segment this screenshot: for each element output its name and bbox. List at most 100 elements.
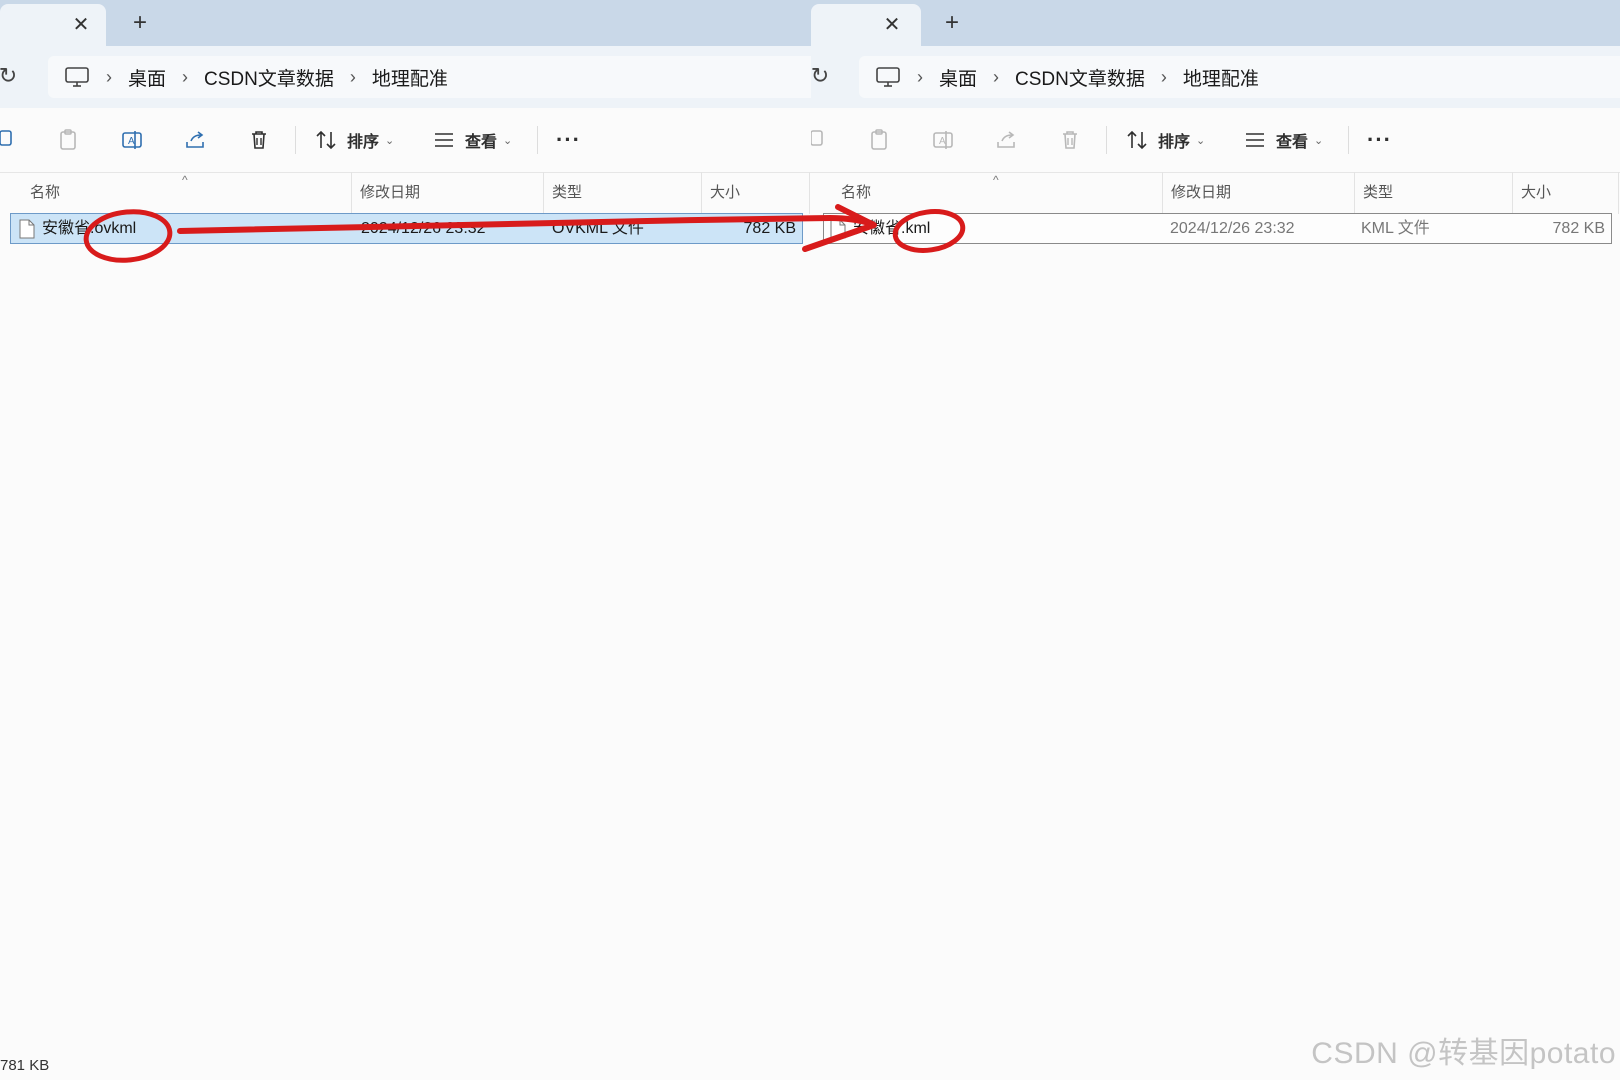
rename-icon: A bbox=[122, 131, 142, 149]
toolbar-divider bbox=[295, 126, 296, 154]
breadcrumb-item[interactable]: 桌面 bbox=[939, 64, 977, 91]
file-size: 782 KB bbox=[743, 220, 796, 237]
toolbar-divider bbox=[1106, 126, 1107, 154]
refresh-icon[interactable]: ↻ bbox=[811, 60, 836, 92]
computer-icon[interactable] bbox=[875, 67, 901, 87]
svg-text:A: A bbox=[939, 136, 946, 147]
chevron-right-icon: › bbox=[349, 66, 356, 87]
sort-button[interactable]: 排序 ⌄ bbox=[314, 124, 394, 156]
chevron-down-icon: ⌄ bbox=[1196, 134, 1206, 147]
sort-button[interactable]: 排序 ⌄ bbox=[1125, 124, 1205, 156]
sort-icon bbox=[1127, 130, 1147, 150]
share-icon bbox=[186, 131, 204, 148]
chevron-down-icon: ⌄ bbox=[1314, 134, 1324, 147]
plus-icon[interactable]: + bbox=[937, 8, 967, 38]
file-name[interactable]: 安徽省.ovkml bbox=[42, 214, 136, 243]
copy-button[interactable] bbox=[0, 124, 18, 156]
watermark: CSDN @转基因potato bbox=[1311, 1037, 1616, 1070]
breadcrumb-item[interactable]: CSDN文章数据 bbox=[204, 64, 334, 91]
computer-icon[interactable] bbox=[64, 67, 90, 87]
column-header: 名称 ^ 修改日期 类型 大小 bbox=[0, 172, 811, 214]
copy-button[interactable] bbox=[811, 124, 829, 156]
chevron-right-icon: › bbox=[106, 66, 112, 87]
chevron-right-icon: › bbox=[182, 66, 189, 87]
view-icon bbox=[435, 133, 453, 147]
share-icon bbox=[997, 131, 1015, 148]
sort-label: 排序 bbox=[1158, 134, 1191, 151]
close-icon[interactable]: ✕ bbox=[877, 10, 907, 40]
explorer-pane-right: ✕ + ↻ › 桌面 › CSDN文章数据 › 地理配准 A 排序 ⌄ 查看 ⌄… bbox=[811, 0, 1620, 1080]
paste-icon bbox=[60, 129, 76, 150]
column-size[interactable]: 大小 bbox=[1513, 172, 1619, 214]
share-button[interactable] bbox=[183, 124, 207, 156]
plus-icon[interactable]: + bbox=[125, 8, 155, 38]
view-icon bbox=[1246, 133, 1264, 147]
chevron-right-icon: › bbox=[1160, 66, 1167, 87]
paste-icon bbox=[871, 129, 887, 150]
more-icon[interactable]: ··· bbox=[556, 124, 581, 156]
rename-button[interactable]: A bbox=[931, 124, 955, 156]
refresh-icon[interactable]: ↻ bbox=[0, 60, 24, 92]
breadcrumb-item[interactable]: 地理配准 bbox=[372, 64, 448, 91]
file-row[interactable]: 安徽省.kml 2024/12/26 23:32 KML 文件 782 KB bbox=[823, 213, 1612, 244]
explorer-pane-left: ✕ + ↻ › 桌面 › CSDN文章数据 › 地理配准 A 排序 ⌄ 查看 ⌄… bbox=[0, 0, 811, 1080]
copy-icon bbox=[0, 130, 12, 146]
svg-text:A: A bbox=[128, 136, 135, 147]
paste-button[interactable] bbox=[867, 124, 891, 156]
tab-bar: ✕ + bbox=[811, 0, 1620, 46]
file-name[interactable]: 安徽省.kml bbox=[853, 214, 930, 243]
address-bar: ↻ › 桌面 › CSDN文章数据 › 地理配准 bbox=[811, 46, 1620, 109]
delete-button[interactable] bbox=[1058, 124, 1082, 156]
view-button[interactable]: 查看 ⌄ bbox=[432, 124, 512, 156]
breadcrumb[interactable]: › 桌面 › CSDN文章数据 › 地理配准 bbox=[859, 56, 1620, 98]
rename-button[interactable]: A bbox=[120, 124, 144, 156]
column-header: 名称 ^ 修改日期 类型 大小 bbox=[811, 172, 1620, 214]
view-label: 查看 bbox=[465, 134, 498, 151]
share-button[interactable] bbox=[994, 124, 1018, 156]
column-modified[interactable]: 修改日期 bbox=[352, 172, 544, 214]
delete-icon bbox=[1063, 131, 1077, 149]
toolbar-divider bbox=[537, 126, 538, 154]
file-icon bbox=[19, 219, 35, 239]
command-bar: A 排序 ⌄ 查看 ⌄ ··· bbox=[0, 108, 811, 173]
file-type: OVKML 文件 bbox=[552, 220, 644, 237]
column-modified[interactable]: 修改日期 bbox=[1163, 172, 1355, 214]
column-type[interactable]: 类型 bbox=[544, 172, 702, 214]
breadcrumb-item[interactable]: 桌面 bbox=[128, 64, 166, 91]
file-row[interactable]: 安徽省.ovkml 2024/12/26 23:32 OVKML 文件 782 … bbox=[10, 213, 803, 244]
paste-button[interactable] bbox=[56, 124, 80, 156]
toolbar-divider bbox=[1348, 126, 1349, 154]
file-modified: 2024/12/26 23:32 bbox=[361, 220, 486, 237]
sort-icon bbox=[316, 130, 336, 150]
sort-label: 排序 bbox=[347, 134, 380, 151]
chevron-down-icon: ⌄ bbox=[385, 134, 395, 147]
sort-caret-icon: ^ bbox=[182, 173, 188, 187]
rename-icon: A bbox=[933, 131, 953, 149]
chevron-right-icon: › bbox=[993, 66, 1000, 87]
copy-icon bbox=[811, 130, 823, 146]
column-size[interactable]: 大小 bbox=[702, 172, 810, 214]
file-size: 782 KB bbox=[1552, 220, 1605, 237]
delete-icon bbox=[252, 131, 266, 149]
sort-caret-icon: ^ bbox=[993, 173, 999, 187]
view-button[interactable]: 查看 ⌄ bbox=[1243, 124, 1323, 156]
tab-bar: ✕ + bbox=[0, 0, 811, 46]
address-bar: ↻ › 桌面 › CSDN文章数据 › 地理配准 bbox=[0, 46, 811, 109]
breadcrumb[interactable]: › 桌面 › CSDN文章数据 › 地理配准 bbox=[48, 56, 811, 98]
view-label: 查看 bbox=[1276, 134, 1309, 151]
file-modified: 2024/12/26 23:32 bbox=[1170, 220, 1295, 237]
chevron-down-icon: ⌄ bbox=[503, 134, 513, 147]
breadcrumb-item[interactable]: 地理配准 bbox=[1183, 64, 1259, 91]
command-bar: A 排序 ⌄ 查看 ⌄ ··· bbox=[811, 108, 1620, 173]
more-icon[interactable]: ··· bbox=[1367, 124, 1392, 156]
breadcrumb-item[interactable]: CSDN文章数据 bbox=[1015, 64, 1145, 91]
tab-active[interactable]: ✕ bbox=[0, 4, 106, 46]
tab-active[interactable]: ✕ bbox=[811, 4, 921, 46]
delete-button[interactable] bbox=[247, 124, 271, 156]
close-icon[interactable]: ✕ bbox=[66, 10, 96, 40]
chevron-right-icon: › bbox=[917, 66, 923, 87]
file-icon bbox=[830, 219, 846, 239]
status-bar: 781 KB bbox=[0, 1057, 50, 1074]
column-type[interactable]: 类型 bbox=[1355, 172, 1513, 214]
file-type: KML 文件 bbox=[1361, 220, 1430, 237]
